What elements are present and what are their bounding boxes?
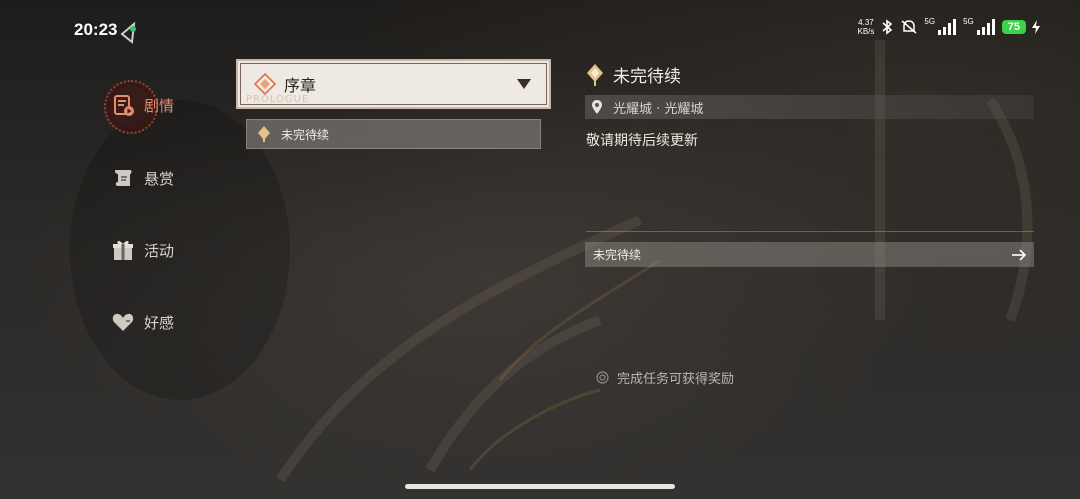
sidebar-item-label: 剧情	[144, 96, 175, 115]
status-bar: 20:23 4.37 KB/s 5G 5G 75	[0, 0, 1080, 56]
network-speed-value: 4.37	[858, 18, 874, 27]
sidebar-item-label: 活动	[144, 241, 175, 260]
chapter-diamond-icon	[254, 73, 276, 95]
sidebar-item-label: 悬赏	[144, 169, 175, 188]
charging-icon	[1032, 20, 1040, 34]
sidebar-item-events[interactable]: 活动	[110, 237, 174, 263]
quest-location-text: 光耀城 · 光耀城	[613, 101, 704, 117]
network-speed: 4.37 KB/s	[858, 18, 875, 36]
network-type-2: 5G	[963, 16, 974, 26]
quest-description: 敬请期待后续更新	[586, 133, 698, 149]
sidebar-item-affection[interactable]: 好感	[110, 309, 174, 335]
sidebar-item-story[interactable]: 剧情	[110, 92, 174, 118]
heart-icon	[110, 309, 136, 335]
quest-go-label: 未完待续	[593, 248, 642, 262]
signal-icon-2	[976, 19, 995, 35]
bluetooth-icon	[882, 19, 893, 35]
signal-icon-1	[938, 19, 957, 35]
battery-level: 75	[1001, 20, 1026, 34]
network-type-1: 5G	[924, 16, 936, 26]
divider	[586, 231, 1034, 232]
location-pin-icon	[592, 100, 602, 114]
reward-icon	[596, 371, 609, 384]
quest-list-item[interactable]: 未完待续	[246, 119, 541, 149]
quest-marker-icon	[258, 126, 270, 142]
chapter-dropdown[interactable]: PROLOGUE 序章	[236, 59, 551, 109]
reward-hint-text: 完成任务可获得奖励	[617, 372, 735, 387]
quest-location: 光耀城 · 光耀城	[585, 95, 1034, 119]
quest-marker-icon	[587, 63, 603, 86]
quest-go-button[interactable]: 未完待续	[585, 242, 1034, 267]
sidebar-item-label: 好感	[144, 313, 175, 332]
network-speed-unit: KB/s	[857, 27, 875, 36]
arrow-right-icon	[1012, 249, 1027, 261]
status-indicators: 4.37 KB/s 5G 5G 75	[858, 16, 1040, 36]
chapter-watermark: PROLOGUE	[246, 94, 310, 105]
scroll-icon	[110, 165, 136, 191]
gift-icon	[110, 237, 136, 263]
reward-hint: 完成任务可获得奖励	[596, 368, 734, 387]
quest-detail-title-text: 未完待续	[613, 67, 681, 87]
quest-detail-title: 未完待续	[585, 62, 681, 87]
sidebar-item-bounty[interactable]: 悬赏	[110, 165, 174, 191]
app-logo-icon	[120, 21, 136, 44]
chevron-down-icon	[517, 79, 531, 89]
quest-list-item-label: 未完待续	[281, 127, 330, 142]
chapter-selected-label: 序章	[284, 76, 317, 95]
status-time: 20:23	[74, 20, 118, 39]
home-indicator[interactable]	[405, 484, 675, 489]
mute-bell-icon	[901, 20, 917, 34]
story-icon	[110, 92, 136, 118]
